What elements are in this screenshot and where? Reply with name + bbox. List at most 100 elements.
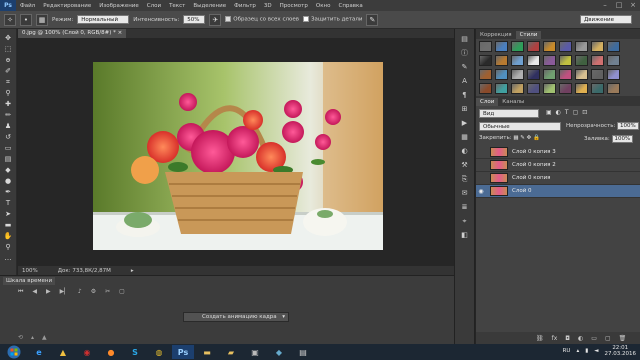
settings-icon[interactable]: ⚙ xyxy=(91,288,96,296)
menu-3d[interactable]: 3D xyxy=(260,3,276,9)
menu-select[interactable]: Выделение xyxy=(189,3,230,9)
style-swatch[interactable] xyxy=(575,41,588,52)
start-button[interactable] xyxy=(0,344,28,360)
style-swatch[interactable] xyxy=(495,41,508,52)
brush-preset-icon[interactable]: • xyxy=(20,13,32,26)
style-swatch[interactable] xyxy=(511,83,524,94)
app-icon[interactable]: ▲ xyxy=(52,345,74,359)
next-frame-icon[interactable]: ▶▏ xyxy=(60,288,69,296)
tray-arrow-icon[interactable]: ▴ xyxy=(576,348,579,354)
clone-source-icon[interactable]: ⎘ xyxy=(459,175,470,184)
close-icon[interactable]: × xyxy=(629,1,637,9)
status-arrow-icon[interactable]: ▸ xyxy=(131,268,134,274)
notes-icon[interactable]: ✉ xyxy=(459,189,470,198)
zoom-tool-icon[interactable]: ⚲ xyxy=(2,242,14,252)
trash-icon[interactable]: 🗑 xyxy=(619,335,627,342)
shape-filter-icon[interactable]: ▢ xyxy=(573,109,579,116)
first-frame-icon[interactable]: ⏮ xyxy=(18,288,23,296)
pixel-filter-icon[interactable]: ▣ xyxy=(546,109,552,116)
create-frame-animation-button[interactable]: Создать анимацию кадра ▾ xyxy=(183,312,289,322)
explorer-icon[interactable]: ▬ xyxy=(196,345,218,359)
volume-icon[interactable]: ◄ xyxy=(594,348,598,354)
type-tool-icon[interactable]: T xyxy=(2,198,14,208)
info-icon[interactable]: ⓘ xyxy=(459,49,470,58)
history-brush-tool-icon[interactable]: ↺ xyxy=(2,132,14,142)
marquee-tool-icon[interactable]: ⬚ xyxy=(2,44,14,54)
style-swatch[interactable] xyxy=(479,55,492,66)
menu-image[interactable]: Изображение xyxy=(95,3,143,9)
chrome-icon[interactable]: ◍ xyxy=(148,345,170,359)
swatches-icon[interactable]: ▦ xyxy=(459,133,470,142)
fill-input[interactable]: 100% xyxy=(611,135,634,143)
character-icon[interactable]: A xyxy=(459,77,470,86)
layer-row[interactable]: Слой 0 копия xyxy=(476,172,640,185)
media-icon[interactable]: ◉ xyxy=(76,345,98,359)
style-swatch[interactable] xyxy=(479,83,492,94)
style-swatch[interactable] xyxy=(479,69,492,80)
play-icon[interactable]: ▶ xyxy=(46,288,51,296)
zoom-slider-icon[interactable]: ▲ xyxy=(42,334,47,341)
stamp-tool-icon[interactable]: ♟ xyxy=(2,121,14,131)
app3-icon[interactable]: ◆ xyxy=(268,345,290,359)
canvas-image[interactable] xyxy=(93,62,383,250)
audio-icon[interactable]: ♪ xyxy=(78,288,82,296)
ie-icon[interactable]: e xyxy=(28,345,50,359)
lasso-tool-icon[interactable]: ɵ xyxy=(2,55,14,65)
style-swatch[interactable] xyxy=(527,41,540,52)
dropdown-arrow-icon[interactable]: ▾ xyxy=(282,313,285,322)
style-swatch[interactable] xyxy=(511,69,524,80)
skype-icon[interactable]: S xyxy=(124,345,146,359)
eraser-tool-icon[interactable]: ▭ xyxy=(2,143,14,153)
airbrush-icon[interactable]: ✈ xyxy=(209,13,222,26)
style-swatch[interactable] xyxy=(527,69,540,80)
protect-option[interactable]: Защитить детали xyxy=(302,16,362,23)
document-tab[interactable]: 0.jpg @ 100% (Слой 0, RGB/8#) * × xyxy=(18,29,127,38)
new-layer-icon[interactable]: ▢ xyxy=(605,335,611,342)
language-indicator[interactable]: RU xyxy=(563,348,571,354)
zoom-level[interactable]: 100% xyxy=(22,268,38,274)
transition-icon[interactable]: ✂ xyxy=(105,288,110,296)
style-swatch[interactable] xyxy=(543,83,556,94)
layer-row[interactable]: Слой 0 копия 3 xyxy=(476,146,640,159)
style-swatch[interactable] xyxy=(591,83,604,94)
adjust-icon[interactable]: ◐ xyxy=(459,147,470,156)
brush-panel-icon[interactable]: ▦ xyxy=(36,13,48,26)
style-swatch[interactable] xyxy=(559,41,572,52)
style-swatch[interactable] xyxy=(575,69,588,80)
lock-transparency-icon[interactable]: ▦ xyxy=(513,135,518,141)
pen-tool-icon[interactable]: ✒ xyxy=(2,187,14,197)
adjustment-filter-icon[interactable]: ◐ xyxy=(556,109,561,116)
canvas-area[interactable] xyxy=(18,38,454,266)
firefox-icon[interactable]: ● xyxy=(100,345,122,359)
style-swatch[interactable] xyxy=(495,55,508,66)
menu-edit[interactable]: Редактирование xyxy=(39,3,95,9)
properties-icon[interactable]: ≣ xyxy=(459,203,470,212)
clock[interactable]: 22:01 27.03.2016 xyxy=(605,345,637,357)
lock-move-icon[interactable]: ✥ xyxy=(527,135,532,141)
layer-row-selected[interactable]: ◉ Слой 0 xyxy=(476,185,640,198)
paragraph-icon[interactable]: ¶ xyxy=(459,91,470,100)
opacity-input[interactable]: 100% xyxy=(617,122,639,130)
mode-select[interactable]: Нормальный xyxy=(77,15,130,24)
menu-help[interactable]: Справка xyxy=(334,3,366,9)
type-filter-icon[interactable]: T xyxy=(565,109,569,116)
tab-close-icon[interactable]: × xyxy=(118,30,123,36)
style-swatch[interactable] xyxy=(543,55,556,66)
style-swatch[interactable] xyxy=(527,55,540,66)
visibility-icon[interactable]: ◉ xyxy=(476,188,486,195)
pressure-icon[interactable]: ✎ xyxy=(366,13,379,26)
sponge-tool-icon[interactable]: ● xyxy=(2,176,14,186)
navigator-icon[interactable]: ⊞ xyxy=(459,105,470,114)
history-icon[interactable]: ▤ xyxy=(459,35,470,44)
maximize-icon[interactable]: □ xyxy=(615,1,623,9)
convert-icon[interactable]: ⟲ xyxy=(18,334,23,341)
style-swatch[interactable] xyxy=(575,55,588,66)
shape-tool-icon[interactable]: ▬ xyxy=(2,220,14,230)
eyedropper-tool-icon[interactable]: ⚲ xyxy=(2,88,14,98)
layer-kind-filter[interactable]: Вид xyxy=(479,109,539,118)
app2-icon[interactable]: ▣ xyxy=(244,345,266,359)
style-swatch[interactable] xyxy=(543,69,556,80)
minimize-icon[interactable]: – xyxy=(601,1,609,9)
blur-tool-icon[interactable]: ◆ xyxy=(2,165,14,175)
style-swatch[interactable] xyxy=(607,69,620,80)
